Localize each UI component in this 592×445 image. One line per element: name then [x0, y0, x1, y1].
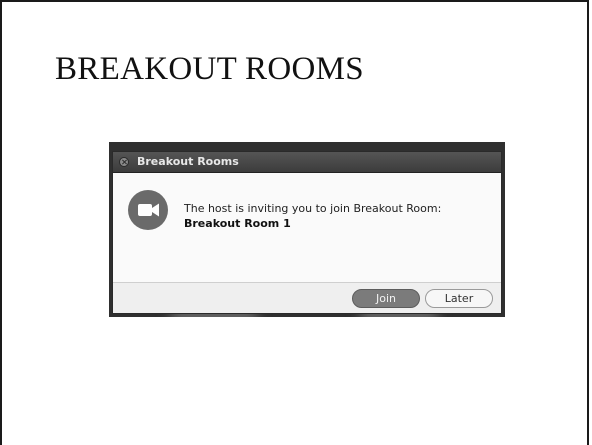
- dialog-titlebar: Breakout Rooms: [113, 152, 501, 173]
- dialog-button-bar: Join Later: [113, 282, 501, 313]
- join-button[interactable]: Join: [352, 289, 420, 308]
- close-icon[interactable]: [119, 157, 129, 167]
- breakout-rooms-dialog: Breakout Rooms The host is inviting you …: [112, 151, 502, 314]
- invite-message: The host is inviting you to join Breakou…: [184, 202, 442, 215]
- video-camera-icon: [128, 190, 168, 230]
- dialog-body: [113, 173, 501, 282]
- room-name: Breakout Room 1: [184, 217, 291, 230]
- presentation-slide: BREAKOUT ROOMS Breakout Rooms The host i…: [0, 0, 589, 445]
- dialog-screenshot: Breakout Rooms The host is inviting you …: [109, 142, 505, 317]
- dialog-title: Breakout Rooms: [137, 155, 239, 168]
- slide-title: BREAKOUT ROOMS: [55, 51, 364, 87]
- later-button[interactable]: Later: [425, 289, 493, 308]
